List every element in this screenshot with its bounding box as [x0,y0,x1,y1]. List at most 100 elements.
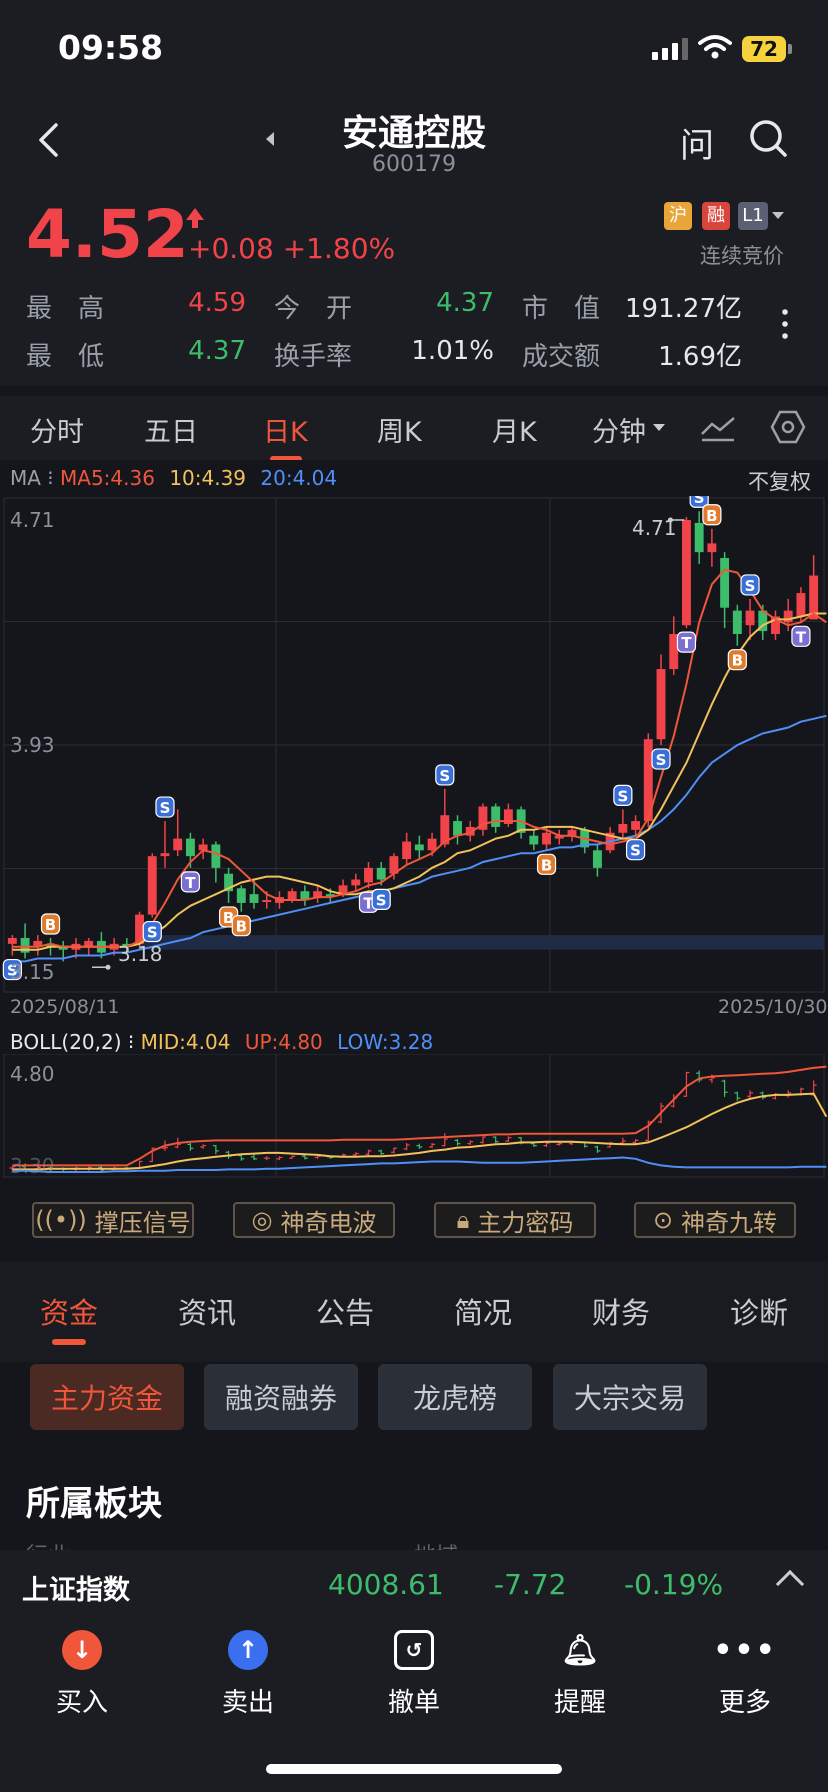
signal-tag-label: B [236,918,247,936]
ma-legend: MA ⁝ MA5:4.36 10:4.39 20:4.04 [10,466,338,490]
chip-margin-trading[interactable]: 融资融券 [204,1364,358,1430]
signal-tag-label: T [796,628,807,646]
support-band [138,935,824,950]
tab-weekly-k[interactable]: 周K [377,410,422,449]
signal-tag-label: S [630,842,641,860]
more-dots-icon: ••• [713,1632,777,1668]
tab-minute[interactable]: 分钟 [592,410,646,449]
boll-upper-line [12,1065,827,1167]
chip-main-funds[interactable]: 主力资金 [30,1364,184,1430]
candle-body [364,867,373,883]
candle-body [694,522,704,553]
magic-nine-button[interactable]: ⊙ 神奇九转 [634,1202,796,1238]
ma5-value: MA5:4.36 [60,466,155,490]
battery-icon: 72 [742,36,786,62]
candle-body [669,634,679,670]
tab-news[interactable]: 资讯 [178,1290,236,1332]
open-label: 今 开 [274,294,353,324]
candle-body [427,838,437,851]
high-value: 4.59 [188,288,246,318]
tab-monthly-k[interactable]: 月K [492,410,537,449]
candle-body [414,844,424,851]
tab-funds[interactable]: 资金 [40,1290,98,1332]
cancel-order-button[interactable]: ↺ 撤单 [354,1630,474,1719]
margin-badge: 融 [702,202,730,230]
tab-profile[interactable]: 简况 [454,1290,512,1332]
level-badge[interactable]: L1 [738,202,768,230]
home-indicator [266,1764,562,1774]
ask-button[interactable]: 问 [680,118,714,167]
candle-body [147,856,157,915]
candle-body [160,853,170,857]
minute-dropdown-icon[interactable] [653,424,665,431]
signal-tag-label: S [694,496,705,507]
signal-icon: ((•)) [35,1206,87,1234]
settings-hexagon-icon[interactable] [770,410,806,444]
more-button[interactable]: ••• 更多 [685,1630,805,1719]
bell-icon: 🔔︎ [560,1632,600,1668]
support-resistance-button[interactable]: ((•)) 撑压信号 [32,1202,194,1238]
wifi-icon [698,35,732,59]
more-vertical-icon[interactable] [780,308,790,340]
y-axis-bottom-label: 3.15 [10,960,55,984]
sector-section-title: 所属板块 [26,1484,162,1524]
status-time: 09:58 [58,28,164,67]
turnover-label: 换手率 [274,342,353,372]
low-label: 最 低 [26,342,105,372]
candle-body [402,841,412,860]
candle-body [236,888,246,903]
boll-y-bottom-label: 3.30 [10,1154,55,1178]
boll-lower-line [12,1156,827,1173]
chip-block-trade[interactable]: 大宗交易 [553,1364,707,1430]
candle-body [173,838,183,851]
signal-tag-label: S [160,799,171,817]
signal-tag-label: S [147,924,158,942]
tab-announcements[interactable]: 公告 [316,1290,374,1332]
check-circle-icon: ⊙ [652,1206,674,1234]
chip-dragon-tiger[interactable]: 龙虎榜 [378,1364,532,1430]
signal-tag-label: S [617,787,628,805]
search-icon[interactable] [748,118,788,158]
turnover-value: 1.01% [411,336,494,366]
up-arrow-stem [192,219,198,228]
index-name: 上证指数 [22,1575,130,1606]
boll-chart[interactable] [0,1054,828,1178]
tab-diagnosis[interactable]: 诊断 [730,1290,788,1332]
boll-legend: BOLL(20,2) ⁝ MID:4.04 UP:4.80 LOW:3.28 [10,1030,434,1054]
candle-body [249,894,259,903]
candle-body [351,879,361,886]
alert-button[interactable]: 🔔︎ 提醒 [520,1630,640,1719]
draw-line-icon[interactable] [700,414,736,442]
stock-code: 600179 [372,152,456,177]
tab-intraday[interactable]: 分时 [30,410,84,449]
section-tab-indicator [52,1339,86,1345]
back-icon[interactable] [36,122,60,158]
adjustment-toggle[interactable]: 不复权 [748,466,811,496]
tab-financials[interactable]: 财务 [592,1290,650,1332]
ma10-value: 10:4.39 [169,466,247,490]
buy-button[interactable]: ↓ 买入 [22,1630,142,1719]
section-tabs [0,1262,828,1362]
sell-button[interactable]: ↑ 卖出 [188,1630,308,1719]
candle-body [453,821,462,836]
tab-five-day[interactable]: 五日 [144,410,198,449]
boll-mid-line [12,1092,828,1171]
index-percent: -0.19% [624,1568,724,1601]
main-force-code-button[interactable]: 🔒︎ 主力密码 [434,1202,596,1238]
tab-daily-k[interactable]: 日K [263,410,308,449]
candlestick-chart[interactable]: SB SSTB BT SSBSSSTSBBST [0,496,828,994]
date-end-label: 2025/10/30 [718,996,828,1018]
magic-wave-button[interactable]: ◎ 神奇电波 [233,1202,395,1238]
y-axis-mid-label: 3.93 [10,733,55,757]
candle-body [720,558,730,608]
candle-body [185,838,195,857]
signal-tag-label: B [541,856,552,874]
signal-tag-label: S [745,577,756,595]
date-start-label: 2025/08/11 [10,996,120,1018]
battery-tip [788,44,792,54]
candle-body [707,543,717,553]
cancel-order-icon: ↺ [394,1630,434,1670]
ma10-line [12,612,827,951]
candle-body [592,850,602,868]
level-dropdown-icon[interactable] [772,212,784,219]
